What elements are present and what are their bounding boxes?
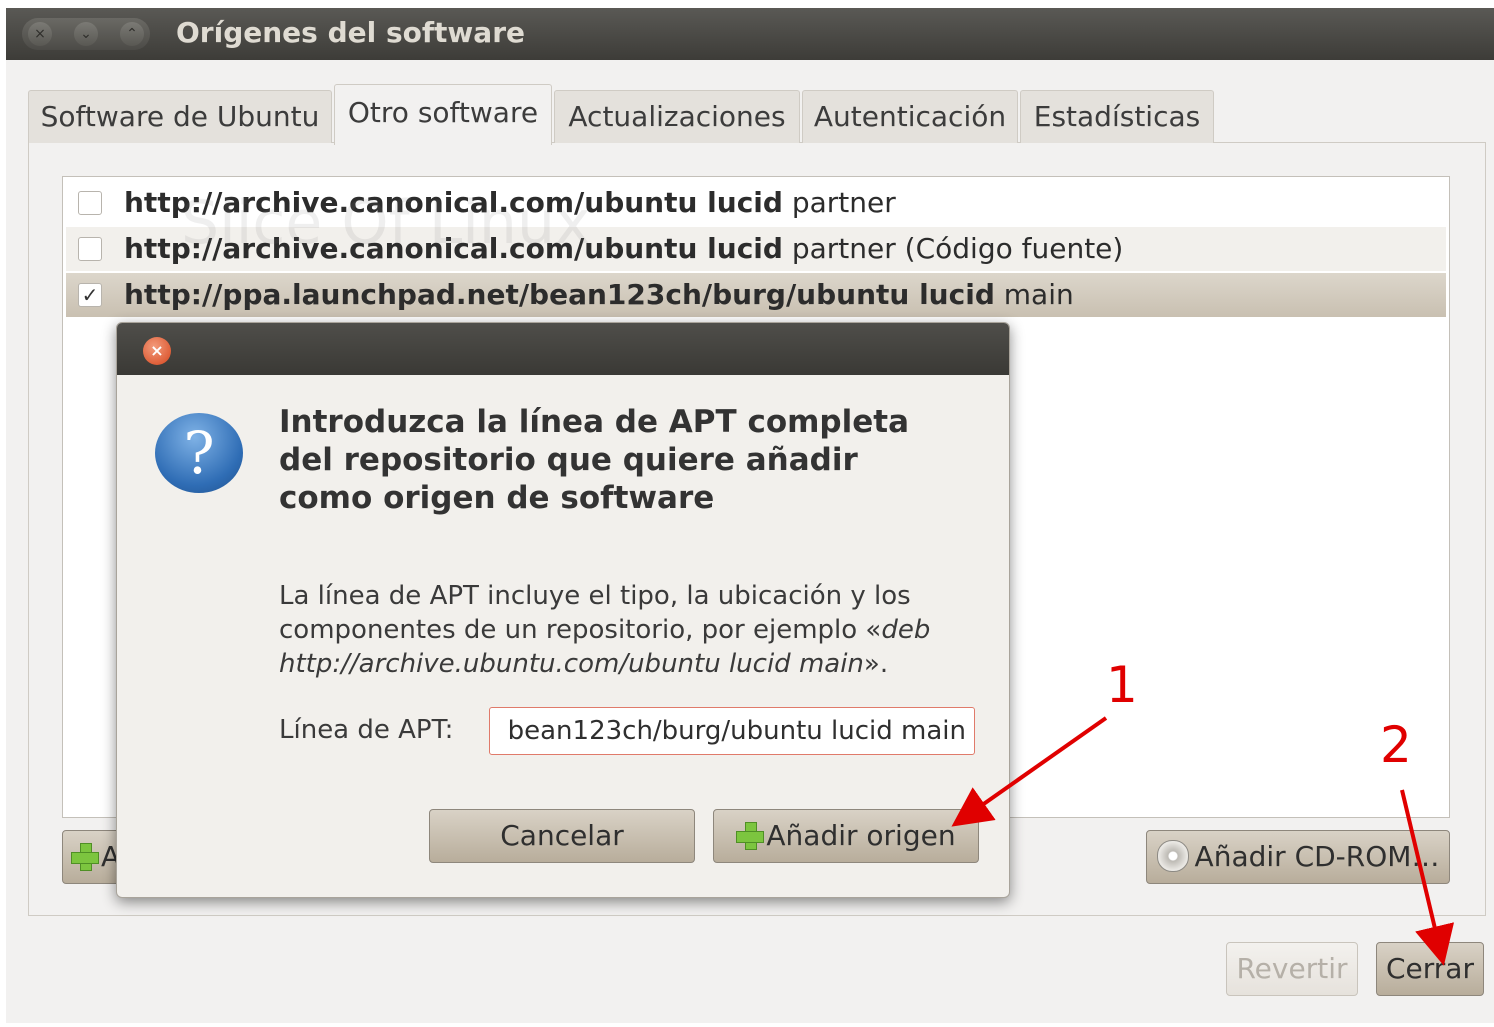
annotation-label-1: 1 <box>1106 656 1138 714</box>
source-label: http://ppa.launchpad.net/bean123ch/burg/… <box>124 278 1074 311</box>
dialog-close-icon[interactable]: × <box>143 337 171 365</box>
apt-line-value: bean123ch/burg/ubuntu lucid main <box>507 716 966 746</box>
add-source-button[interactable]: Añadir origen <box>713 809 979 863</box>
tab-autenticacion[interactable]: Autenticación <box>802 90 1018 143</box>
cdrom-icon <box>1156 840 1189 872</box>
source-checkbox-checked[interactable]: ✓ <box>78 283 102 307</box>
source-row-selected[interactable]: ✓ http://ppa.launchpad.net/bean123ch/bur… <box>66 273 1446 317</box>
revert-button[interactable]: Revertir <box>1226 942 1358 996</box>
add-cdrom-button[interactable]: Añadir CD-ROM… <box>1146 830 1450 884</box>
annotation-label-2: 2 <box>1380 716 1412 774</box>
tab-actualizaciones[interactable]: Actualizaciones <box>554 90 800 143</box>
question-icon: ? <box>155 413 243 493</box>
watermark: Slice Of Linux <box>181 188 591 258</box>
source-checkbox[interactable] <box>78 191 102 215</box>
dialog-description: La línea de APT incluye el tipo, la ubic… <box>279 581 931 679</box>
title-bar: × ⌄ ⌃ Orígenes del software <box>6 8 1494 60</box>
plus-icon <box>71 843 99 871</box>
window-controls: × ⌄ ⌃ <box>22 18 150 50</box>
tab-estadisticas[interactable]: Estadísticas <box>1020 90 1214 143</box>
maximize-window-icon[interactable]: ⌃ <box>120 22 144 46</box>
close-window-icon[interactable]: × <box>28 22 52 46</box>
cancel-button[interactable]: Cancelar <box>429 809 695 863</box>
close-button[interactable]: Cerrar <box>1376 942 1484 996</box>
source-checkbox[interactable] <box>78 237 102 261</box>
tab-software-de-ubuntu[interactable]: Software de Ubuntu <box>28 90 332 143</box>
dialog-title-bar: × <box>117 323 1009 375</box>
tab-otro-software[interactable]: Otro software <box>334 84 552 145</box>
add-source-dialog: × ? Introduzca la línea de APT completa … <box>116 322 1010 898</box>
minimize-window-icon[interactable]: ⌄ <box>74 22 98 46</box>
window-title: Orígenes del software <box>176 16 525 49</box>
dialog-heading: Introduzca la línea de APT completa del … <box>279 404 910 516</box>
apt-line-label: Línea de APT: <box>279 715 454 745</box>
apt-line-input[interactable]: bean123ch/burg/ubuntu lucid main <box>489 707 975 755</box>
plus-icon <box>736 822 765 850</box>
